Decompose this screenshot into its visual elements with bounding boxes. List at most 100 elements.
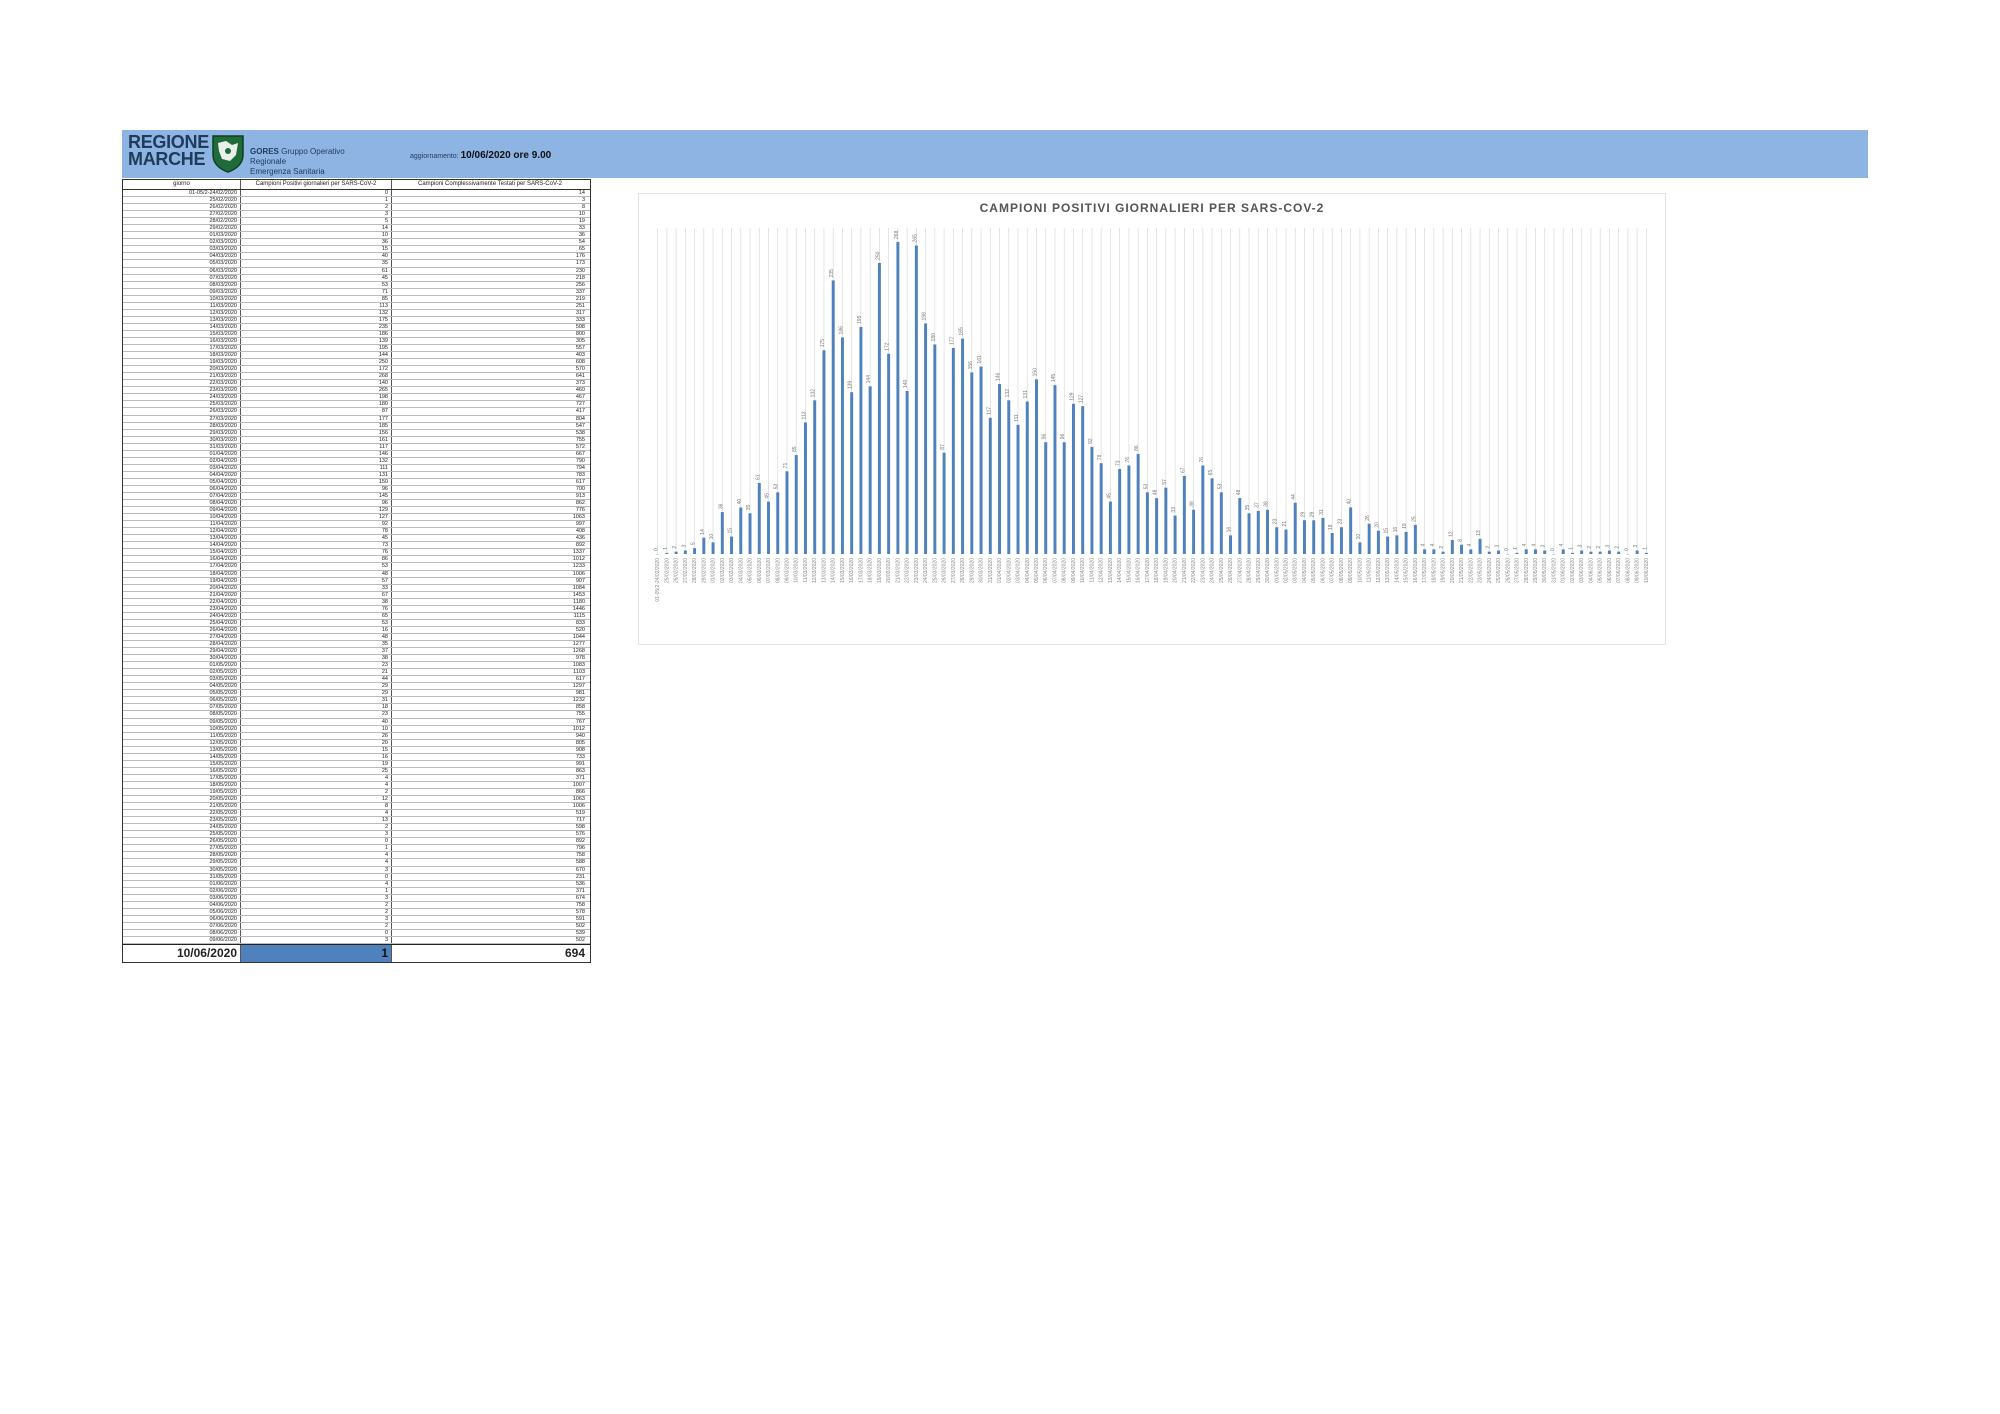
x-tick-label: 29/05/2020	[1533, 558, 1539, 583]
x-tick-label: 08/06/2020	[1625, 558, 1631, 583]
x-tick-label: 26/03/2020	[942, 558, 948, 583]
x-tick-label: 10/03/2020	[794, 558, 800, 583]
x-tick-label: 23/03/2020	[914, 558, 920, 583]
bar	[1367, 523, 1371, 554]
cell-positive: 13	[241, 817, 392, 824]
cell-tested: 502	[575, 936, 585, 943]
cell-day: 22/04/2020	[123, 598, 241, 605]
cell-positive: 20	[241, 739, 392, 746]
bar	[1580, 550, 1584, 554]
cell-day: 27/05/2020	[123, 845, 241, 852]
chart-bars	[656, 241, 1648, 555]
cell-day: 13/04/2020	[123, 535, 241, 542]
cell-day: 14/05/2020	[123, 753, 241, 760]
cell-day: 28/03/2020	[123, 422, 241, 429]
bar	[1090, 446, 1094, 554]
data-label: 2	[1485, 546, 1491, 549]
data-label: 150	[1032, 368, 1038, 377]
org-name: GORES	[250, 147, 279, 156]
cell-day: 17/03/2020	[123, 345, 241, 352]
x-tick-label: 05/06/2020	[1598, 558, 1604, 583]
data-label: 20	[1374, 522, 1380, 528]
cell-day: 20/04/2020	[123, 584, 241, 591]
table-row: 21/05/2020 8 1006	[123, 803, 590, 811]
cell-tested: 333	[575, 316, 585, 323]
data-label: 35	[746, 504, 752, 510]
cell-tested: 371	[575, 774, 585, 781]
x-tick-label: 09/06/2020	[1635, 558, 1641, 583]
cell-positive: 186	[241, 330, 392, 337]
data-label: 131	[1023, 390, 1029, 399]
table-row: 18/04/2020 48 1006	[123, 570, 590, 578]
table-row: 04/05/2020 29 1297	[123, 683, 590, 691]
table-row: 20/04/2020 33 1084	[123, 584, 590, 592]
cell-day: 01/03/2020	[123, 232, 241, 239]
data-label: 1	[663, 547, 669, 550]
x-tick-label: 01/04/2020	[997, 558, 1003, 583]
table-row: 06/05/2020 31 1232	[123, 697, 590, 705]
x-tick-label: 01/06/2020	[1561, 558, 1567, 583]
table-row: 19/03/2020 250 608	[123, 359, 590, 367]
cell-tested: 1232	[572, 697, 585, 704]
table-row: 27/03/2020 177 804	[123, 415, 590, 423]
x-tick-label: 07/04/2020	[1052, 558, 1058, 583]
data-label: 156	[968, 361, 974, 370]
bar	[1256, 510, 1260, 554]
bar	[951, 347, 955, 554]
cell-positive: 185	[241, 422, 392, 429]
bar	[970, 372, 974, 554]
x-tick-label: 20/04/2020	[1173, 558, 1179, 583]
table-row: 23/03/2020 265 460	[123, 387, 590, 395]
cell-positive: 161	[241, 436, 392, 443]
table-header: giorno Campioni Positivi giornalieri per…	[123, 180, 590, 190]
cell-positive: 10	[241, 725, 392, 732]
data-label: 23	[1273, 518, 1279, 524]
cell-positive: 268	[241, 373, 392, 380]
bar	[933, 344, 937, 554]
cell-positive: 14	[241, 225, 392, 232]
data-label: 5	[691, 542, 697, 545]
data-label: 198	[922, 312, 928, 321]
cell-tested: 8	[581, 204, 585, 211]
cell-tested: 557	[575, 345, 585, 352]
x-tick-label: 05/04/2020	[1034, 558, 1040, 583]
bar	[748, 513, 752, 554]
data-label: 113	[801, 411, 807, 419]
cell-positive: 3	[241, 894, 392, 901]
table-row: 05/05/2020 29 981	[123, 690, 590, 698]
table-row: 05/06/2020 2 578	[123, 908, 590, 916]
data-label: 2	[672, 546, 678, 549]
data-label: 15	[728, 528, 734, 534]
cell-tested: 1083	[572, 662, 585, 669]
table-row: 31/05/2020 0 231	[123, 873, 590, 881]
x-tick-label: 05/05/2020	[1311, 558, 1317, 583]
data-label: 19	[1402, 523, 1408, 529]
cell-positive: 26	[241, 732, 392, 739]
cell-day: 09/04/2020	[123, 507, 241, 514]
bar	[1284, 529, 1288, 554]
cell-positive: 3	[241, 936, 392, 944]
data-label: 29	[1310, 511, 1316, 517]
cell-positive: 3	[241, 211, 392, 218]
x-tick-label: 09/03/2020	[784, 558, 790, 583]
cell-tested: 862	[575, 500, 585, 507]
cell-tested: 1044	[572, 633, 585, 640]
data-label: 45	[765, 493, 771, 499]
cell-tested: 717	[575, 817, 585, 824]
cell-tested: 467	[575, 394, 585, 401]
cell-positive: 25	[241, 767, 392, 774]
data-label: 26	[1365, 515, 1371, 521]
org-desc-2: Emergenza Sanitaria	[250, 167, 325, 176]
data-label: 132	[1005, 389, 1011, 398]
x-tick-label: 09/04/2020	[1071, 558, 1077, 583]
cell-day: 27/02/2020	[123, 211, 241, 218]
cell-tested: 3	[581, 197, 585, 204]
cell-positive: 53	[241, 281, 392, 288]
cell-tested: 176	[575, 253, 585, 260]
bar	[1330, 533, 1334, 554]
cell-tested: 608	[575, 359, 585, 366]
cell-tested: 833	[575, 619, 585, 626]
cell-positive: 129	[241, 507, 392, 514]
table-row: 02/03/2020 36 54	[123, 239, 590, 247]
cell-tested: 54	[578, 239, 585, 246]
